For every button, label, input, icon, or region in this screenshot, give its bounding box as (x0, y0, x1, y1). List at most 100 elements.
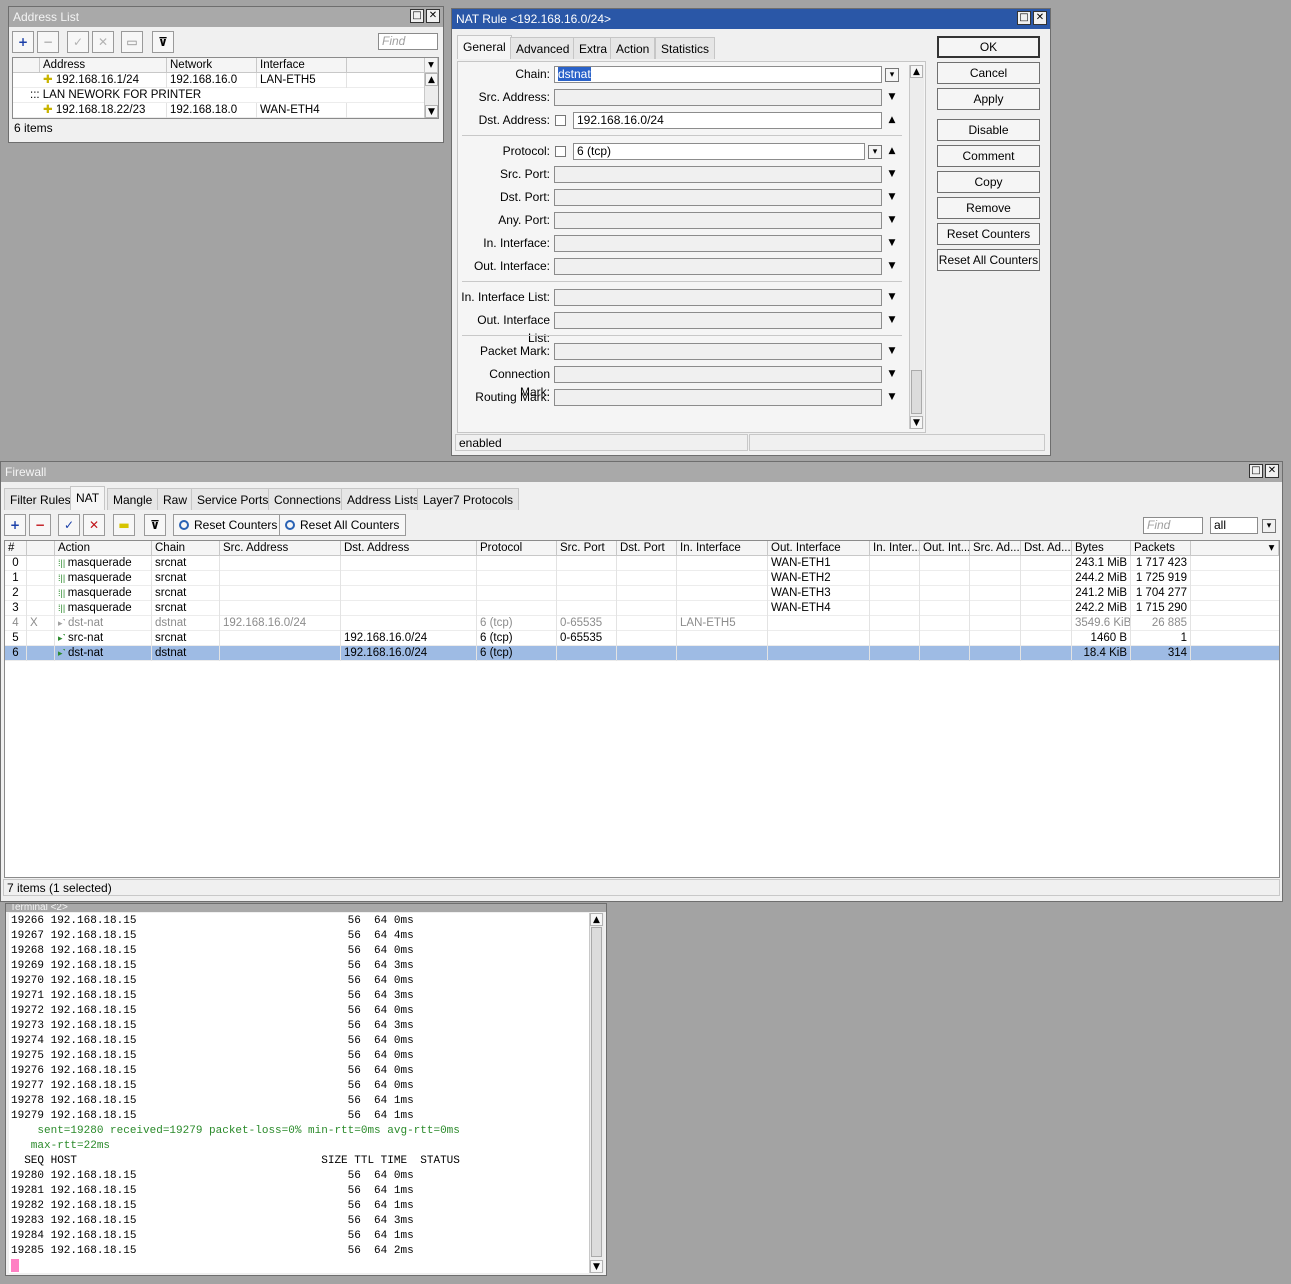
any-port-expand-icon[interactable]: ▼ (886, 214, 898, 226)
src-address-input[interactable] (554, 89, 882, 106)
apply-button[interactable]: Apply (937, 88, 1040, 110)
table-row[interactable]: 2 ⁞|| masquerade srcnat WAN-ETH3 241.2 MiB 1 … (5, 586, 1279, 601)
column-header-number[interactable]: # (5, 541, 27, 556)
reset-all-counters-button[interactable]: Reset All Counters (279, 514, 407, 536)
terminal-titlebar[interactable]: Terminal <2> (6, 904, 606, 912)
filter-icon[interactable]: ⊽ (152, 31, 174, 53)
comment-button[interactable]: Comment (937, 145, 1040, 167)
dst-address-negate-checkbox[interactable] (555, 115, 566, 126)
protocol-dropdown-icon[interactable]: ▾ (868, 145, 882, 159)
protocol-collapse-icon[interactable]: ▲ (886, 145, 898, 157)
in-interface-list-input[interactable] (554, 289, 882, 306)
comment-icon[interactable]: ▭ (121, 31, 143, 53)
src-port-expand-icon[interactable]: ▼ (886, 168, 898, 180)
tab-filter-rules[interactable]: Filter Rules (4, 488, 77, 510)
protocol-negate-checkbox[interactable] (555, 146, 566, 157)
scroll-down-icon[interactable]: ▼ (425, 105, 438, 118)
filter-dropdown-icon[interactable]: ▾ (1262, 519, 1276, 533)
add-icon[interactable]: + (4, 514, 26, 536)
nat-rule-scrollbar[interactable]: ▲ ▼ (909, 65, 924, 429)
in-interface-expand-icon[interactable]: ▼ (886, 237, 898, 249)
column-header-bytes[interactable]: Bytes (1072, 541, 1131, 556)
close-icon[interactable]: ✕ (1033, 11, 1047, 25)
close-icon[interactable]: ✕ (1265, 464, 1279, 478)
column-header-dst-port[interactable]: Dst. Port (617, 541, 677, 556)
column-header-dst-address[interactable]: Dst. Address (341, 541, 477, 556)
tab-statistics[interactable]: Statistics (655, 37, 716, 59)
disable-icon[interactable]: ✕ (92, 31, 114, 53)
column-header-src-port[interactable]: Src. Port (557, 541, 617, 556)
packet-mark-input[interactable] (554, 343, 882, 360)
out-interface-list-expand-icon[interactable]: ▼ (886, 314, 898, 326)
out-interface-expand-icon[interactable]: ▼ (886, 260, 898, 272)
dst-address-collapse-icon[interactable]: ▲ (886, 114, 898, 126)
disable-button[interactable]: Disable (937, 119, 1040, 141)
firewall-titlebar[interactable]: Firewall □ ✕ (1, 462, 1282, 482)
remove-icon[interactable]: − (37, 31, 59, 53)
comment-icon[interactable]: ▬ (113, 514, 135, 536)
column-header-interface[interactable]: Interface (257, 58, 347, 73)
chain-input[interactable]: dstnat (554, 66, 882, 83)
out-interface-input[interactable] (554, 258, 882, 275)
column-header-flag[interactable] (27, 541, 55, 556)
table-row[interactable]: ✚ 192.168.18.22/23 192.168.18.0 WAN-ETH4 (13, 103, 424, 118)
tab-nat[interactable]: NAT (70, 486, 106, 510)
column-header-address[interactable]: Address (40, 58, 167, 73)
out-interface-list-input[interactable] (554, 312, 882, 329)
routing-mark-expand-icon[interactable]: ▼ (886, 391, 898, 403)
table-row[interactable]: 5 ▸˺ src-nat srcnat 192.168.16.0/24 6 (tcp) 0… (5, 631, 1279, 646)
table-row[interactable]: 1 ⁞|| masquerade srcnat WAN-ETH2 244.2 MiB 1 … (5, 571, 1279, 586)
cancel-button[interactable]: Cancel (937, 62, 1040, 84)
connection-mark-expand-icon[interactable]: ▼ (886, 368, 898, 380)
address-list-titlebar[interactable]: Address List □ ✕ (9, 7, 443, 27)
column-dropdown-icon[interactable]: ▾ (425, 58, 438, 73)
reset-counters-button[interactable]: Reset Counters (173, 514, 285, 536)
protocol-input[interactable]: 6 (tcp) (573, 143, 865, 160)
column-header-in-interface-list[interactable]: In. Inter... (870, 541, 920, 556)
column-header-network[interactable]: Network (167, 58, 257, 73)
nat-rule-titlebar[interactable]: NAT Rule <192.168.16.0/24> □ ✕ (452, 9, 1050, 29)
maximize-icon[interactable]: □ (410, 9, 424, 23)
column-header-in-interface[interactable]: In. Interface (677, 541, 768, 556)
maximize-icon[interactable]: □ (1017, 11, 1031, 25)
scroll-up-icon[interactable]: ▲ (910, 65, 923, 78)
tab-layer7-protocols[interactable]: Layer7 Protocols (417, 488, 520, 510)
terminal-scrollbar[interactable]: ▲ ▼ (589, 913, 604, 1273)
any-port-input[interactable] (554, 212, 882, 229)
tab-connections[interactable]: Connections (268, 488, 347, 510)
column-header-src-address[interactable]: Src. Address (220, 541, 341, 556)
column-header-src-address-list[interactable]: Src. Ad... (970, 541, 1021, 556)
maximize-icon[interactable]: □ (1249, 464, 1263, 478)
terminal-output[interactable]: 19266 192.168.18.15 56 64 0ms 19267 192.1… (9, 913, 589, 1273)
reset-counters-button[interactable]: Reset Counters (937, 223, 1040, 245)
scroll-thumb[interactable] (591, 927, 602, 1257)
packet-mark-expand-icon[interactable]: ▼ (886, 345, 898, 357)
firewall-find-input[interactable]: Find (1143, 517, 1203, 534)
disable-icon[interactable]: ✕ (83, 514, 105, 536)
scroll-up-icon[interactable]: ▲ (590, 913, 603, 926)
column-header-out-interface[interactable]: Out. Interface (768, 541, 870, 556)
tab-mangle[interactable]: Mangle (107, 488, 159, 510)
scroll-down-icon[interactable]: ▼ (910, 416, 923, 429)
remove-button[interactable]: Remove (937, 197, 1040, 219)
enable-icon[interactable]: ✓ (67, 31, 89, 53)
table-comment-row[interactable]: ::: LAN NEWORK FOR PRINTER (13, 88, 424, 103)
table-row[interactable]: 6 ▸˺ dst-nat dstnat 192.168.16.0/24 6 (tcp) 1… (5, 646, 1279, 661)
filter-icon[interactable]: ⊽ (144, 514, 166, 536)
table-row[interactable]: 0 ⁞|| masquerade srcnat WAN-ETH1 243.1 MiB 1 … (5, 556, 1279, 571)
column-header-out-interface-list[interactable]: Out. Int... (920, 541, 970, 556)
reset-all-counters-button[interactable]: Reset All Counters (937, 249, 1040, 271)
scroll-up-icon[interactable]: ▲ (425, 73, 438, 86)
address-list-scrollbar[interactable]: ▲ ▼ (424, 73, 438, 118)
in-interface-input[interactable] (554, 235, 882, 252)
column-header-dst-address-list[interactable]: Dst. Ad... (1021, 541, 1072, 556)
close-icon[interactable]: ✕ (426, 9, 440, 23)
dst-port-expand-icon[interactable]: ▼ (886, 191, 898, 203)
scroll-down-icon[interactable]: ▼ (590, 1260, 603, 1273)
src-port-input[interactable] (554, 166, 882, 183)
remove-icon[interactable]: − (29, 514, 51, 536)
chain-dropdown-icon[interactable]: ▾ (885, 68, 899, 82)
column-header-action[interactable]: Action (55, 541, 152, 556)
scroll-thumb[interactable] (911, 370, 922, 414)
enable-icon[interactable]: ✓ (58, 514, 80, 536)
